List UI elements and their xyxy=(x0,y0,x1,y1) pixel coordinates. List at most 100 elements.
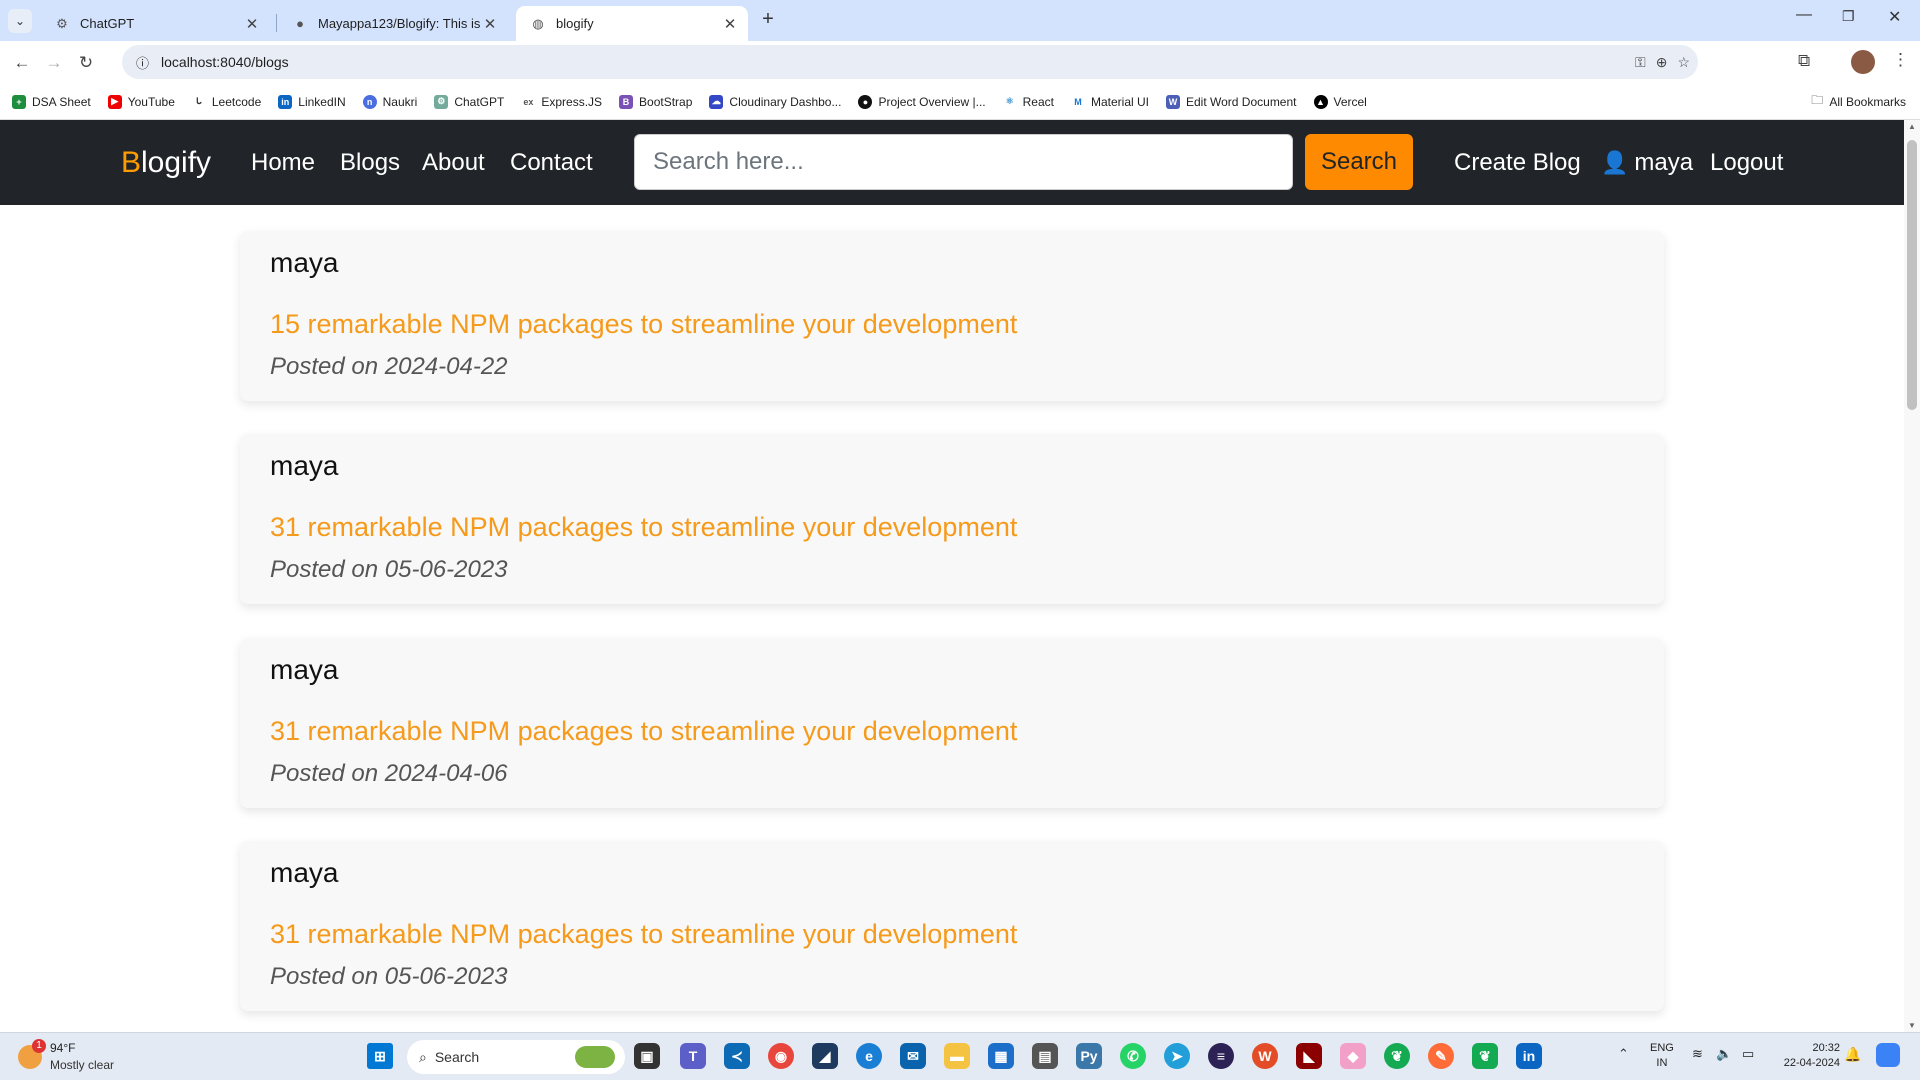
bookmark-project-overview[interactable]: ● Project Overview |... xyxy=(858,94,986,109)
brand-logo[interactable]: Blogify xyxy=(121,146,211,180)
omnibox[interactable]: ⓘ localhost:8040/blogs ⚿ ⊕ ☆ xyxy=(122,45,1698,79)
blog-card: maya 31 remarkable NPM packages to strea… xyxy=(240,841,1664,1011)
vscode-icon[interactable]: ≺ xyxy=(724,1043,750,1069)
task-view-icon[interactable]: ▣ xyxy=(634,1043,660,1069)
blog-card: maya 15 remarkable NPM packages to strea… xyxy=(240,231,1664,401)
python-icon[interactable]: Py xyxy=(1076,1043,1102,1069)
bookmark-star-icon[interactable]: ☆ xyxy=(1677,54,1690,71)
new-tab-button[interactable]: + xyxy=(756,8,780,32)
user-menu[interactable]: 👤 maya xyxy=(1601,149,1693,177)
bookmark-react[interactable]: ⚛ React xyxy=(1003,95,1054,109)
teams-icon[interactable]: T xyxy=(680,1043,706,1069)
close-icon[interactable]: ✕ xyxy=(242,15,262,33)
address-toolbar: ← → ↻ ⓘ localhost:8040/blogs ⚿ ⊕ ☆ ⧉ ⋮ xyxy=(0,41,1920,84)
bookmark-naukri[interactable]: n Naukri xyxy=(362,94,417,109)
windows-taskbar: 1 94°F Mostly clear ⊞ ⌕ Search ▣ T ≺ ◉ ◢… xyxy=(0,1032,1920,1080)
weather-temp: 94°F xyxy=(50,1041,76,1055)
mongodb-compass-icon[interactable]: ❦ xyxy=(1472,1043,1498,1069)
extensions-icon[interactable]: ⧉ xyxy=(1798,51,1810,71)
create-blog-link[interactable]: Create Blog xyxy=(1454,149,1581,177)
forward-icon[interactable]: → xyxy=(38,47,70,79)
tab-github[interactable]: ● Mayappa123/Blogify: This is bl ✕ xyxy=(278,6,508,41)
window-close-button[interactable]: ✕ xyxy=(1888,7,1901,27)
eclipse-icon[interactable]: ≡ xyxy=(1208,1043,1234,1069)
bookmark-chatgpt[interactable]: ⚙ ChatGPT xyxy=(434,94,504,109)
search-input[interactable]: Search here... xyxy=(634,134,1293,190)
start-button[interactable]: ⊞ xyxy=(367,1043,393,1069)
close-icon[interactable]: ✕ xyxy=(720,15,740,33)
tab-search-dropdown[interactable]: ⌄ xyxy=(8,9,32,33)
bookmark-dsa-sheet[interactable]: + DSA Sheet xyxy=(12,94,91,109)
chrome-icon[interactable]: ◉ xyxy=(768,1043,794,1069)
post-title-link[interactable]: 31 remarkable NPM packages to streamline… xyxy=(270,512,1017,543)
nav-home[interactable]: Home xyxy=(251,149,315,177)
zoom-icon[interactable]: ⊕ xyxy=(1656,54,1668,71)
project-icon: ● xyxy=(858,94,873,109)
url-text: localhost:8040/blogs xyxy=(161,54,289,70)
taskbar-search[interactable]: ⌕ Search xyxy=(407,1040,625,1074)
bookmark-youtube[interactable]: ▶ YouTube xyxy=(107,94,175,109)
search-button[interactable]: Search xyxy=(1305,134,1413,190)
nav-about[interactable]: About xyxy=(422,149,485,177)
ssms-icon[interactable]: ◢ xyxy=(812,1043,838,1069)
bookmark-vercel[interactable]: ▲ Vercel xyxy=(1313,94,1367,109)
all-bookmarks[interactable]: 🗀 All Bookmarks xyxy=(1811,91,1906,112)
bookmark-cloudinary[interactable]: ☁ Cloudinary Dashbo... xyxy=(709,94,841,109)
calculator-icon[interactable]: ▤ xyxy=(1032,1043,1058,1069)
scroll-up-arrow[interactable]: ▲ xyxy=(1908,122,1916,131)
back-icon[interactable]: ← xyxy=(6,47,38,79)
restore-button[interactable]: ❐ xyxy=(1842,8,1855,25)
tab-blogify[interactable]: ◍ blogify ✕ xyxy=(516,6,748,41)
tab-chatgpt[interactable]: ⚙ ChatGPT ✕ xyxy=(40,6,270,41)
profile-avatar[interactable] xyxy=(1851,50,1875,74)
mongodb-icon[interactable]: ❦ xyxy=(1384,1043,1410,1069)
postman-icon[interactable]: ✎ xyxy=(1428,1043,1454,1069)
edge-icon[interactable]: e xyxy=(856,1043,882,1069)
nav-blogs[interactable]: Blogs xyxy=(340,149,400,177)
sheet-icon: + xyxy=(12,94,26,109)
scroll-down-arrow[interactable]: ▼ xyxy=(1908,1021,1916,1030)
blog-card: maya 31 remarkable NPM packages to strea… xyxy=(240,638,1664,808)
bookmark-expressjs[interactable]: ex Express.JS xyxy=(521,95,602,109)
post-date: Posted on 2024-04-22 xyxy=(270,353,508,380)
bookmark-leetcode[interactable]: ᒐ Leetcode xyxy=(192,95,261,109)
site-info-icon[interactable]: ⓘ xyxy=(136,53,149,72)
reload-icon[interactable]: ↻ xyxy=(70,47,102,79)
mail-icon[interactable]: ✉ xyxy=(900,1043,926,1069)
scrollbar-thumb[interactable] xyxy=(1907,140,1917,410)
telegram-icon[interactable]: ➤ xyxy=(1164,1043,1190,1069)
post-title-link[interactable]: 31 remarkable NPM packages to streamline… xyxy=(270,919,1017,950)
weather-widget[interactable]: 1 94°F Mostly clear xyxy=(18,1039,148,1075)
password-key-icon[interactable]: ⚿ xyxy=(1635,54,1646,71)
bookmark-bootstrap[interactable]: B BootStrap xyxy=(619,94,692,109)
post-title-link[interactable]: 15 remarkable NPM packages to streamline… xyxy=(270,309,1017,340)
nav-contact[interactable]: Contact xyxy=(510,149,593,177)
react-icon: ⚛ xyxy=(1005,96,1014,106)
clock[interactable]: 20:32 22-04-2024 xyxy=(1774,1041,1840,1071)
bookmark-linkedin[interactable]: in LinkedIN xyxy=(278,94,346,109)
logout-link[interactable]: Logout xyxy=(1710,149,1783,177)
tray-chevron-icon[interactable]: ⌃ xyxy=(1618,1046,1629,1062)
minimize-button[interactable]: — xyxy=(1796,6,1812,24)
linkedin-icon[interactable]: in xyxy=(1516,1043,1542,1069)
post-title-link[interactable]: 31 remarkable NPM packages to streamline… xyxy=(270,716,1017,747)
volume-icon[interactable]: 🔈 xyxy=(1716,1046,1732,1062)
bookmark-edit-word[interactable]: W Edit Word Document xyxy=(1166,94,1297,109)
gemini-icon[interactable]: ◆ xyxy=(1340,1043,1366,1069)
cloudinary-icon: ☁ xyxy=(709,94,724,109)
close-icon[interactable]: ✕ xyxy=(480,15,500,33)
chrome-menu-icon[interactable]: ⋮ xyxy=(1892,50,1909,70)
leetcode-icon: ᒐ xyxy=(196,96,202,106)
copilot-icon[interactable] xyxy=(1876,1043,1900,1067)
battery-icon[interactable]: ▭ xyxy=(1742,1046,1754,1062)
wps-icon[interactable]: W xyxy=(1252,1043,1278,1069)
bookmark-material-ui[interactable]: M Material UI xyxy=(1071,95,1149,109)
file-explorer-icon[interactable]: ▬ xyxy=(944,1043,970,1069)
app-icon[interactable]: ◣ xyxy=(1296,1043,1322,1069)
wifi-icon[interactable]: ≋ xyxy=(1692,1046,1703,1062)
notification-bell-icon[interactable]: 🔔 xyxy=(1844,1046,1861,1063)
language-indicator[interactable]: ENG IN xyxy=(1650,1041,1674,1071)
whatsapp-icon[interactable]: ✆ xyxy=(1120,1043,1146,1069)
tab-title: blogify xyxy=(556,16,594,31)
store-icon[interactable]: ▦ xyxy=(988,1043,1014,1069)
